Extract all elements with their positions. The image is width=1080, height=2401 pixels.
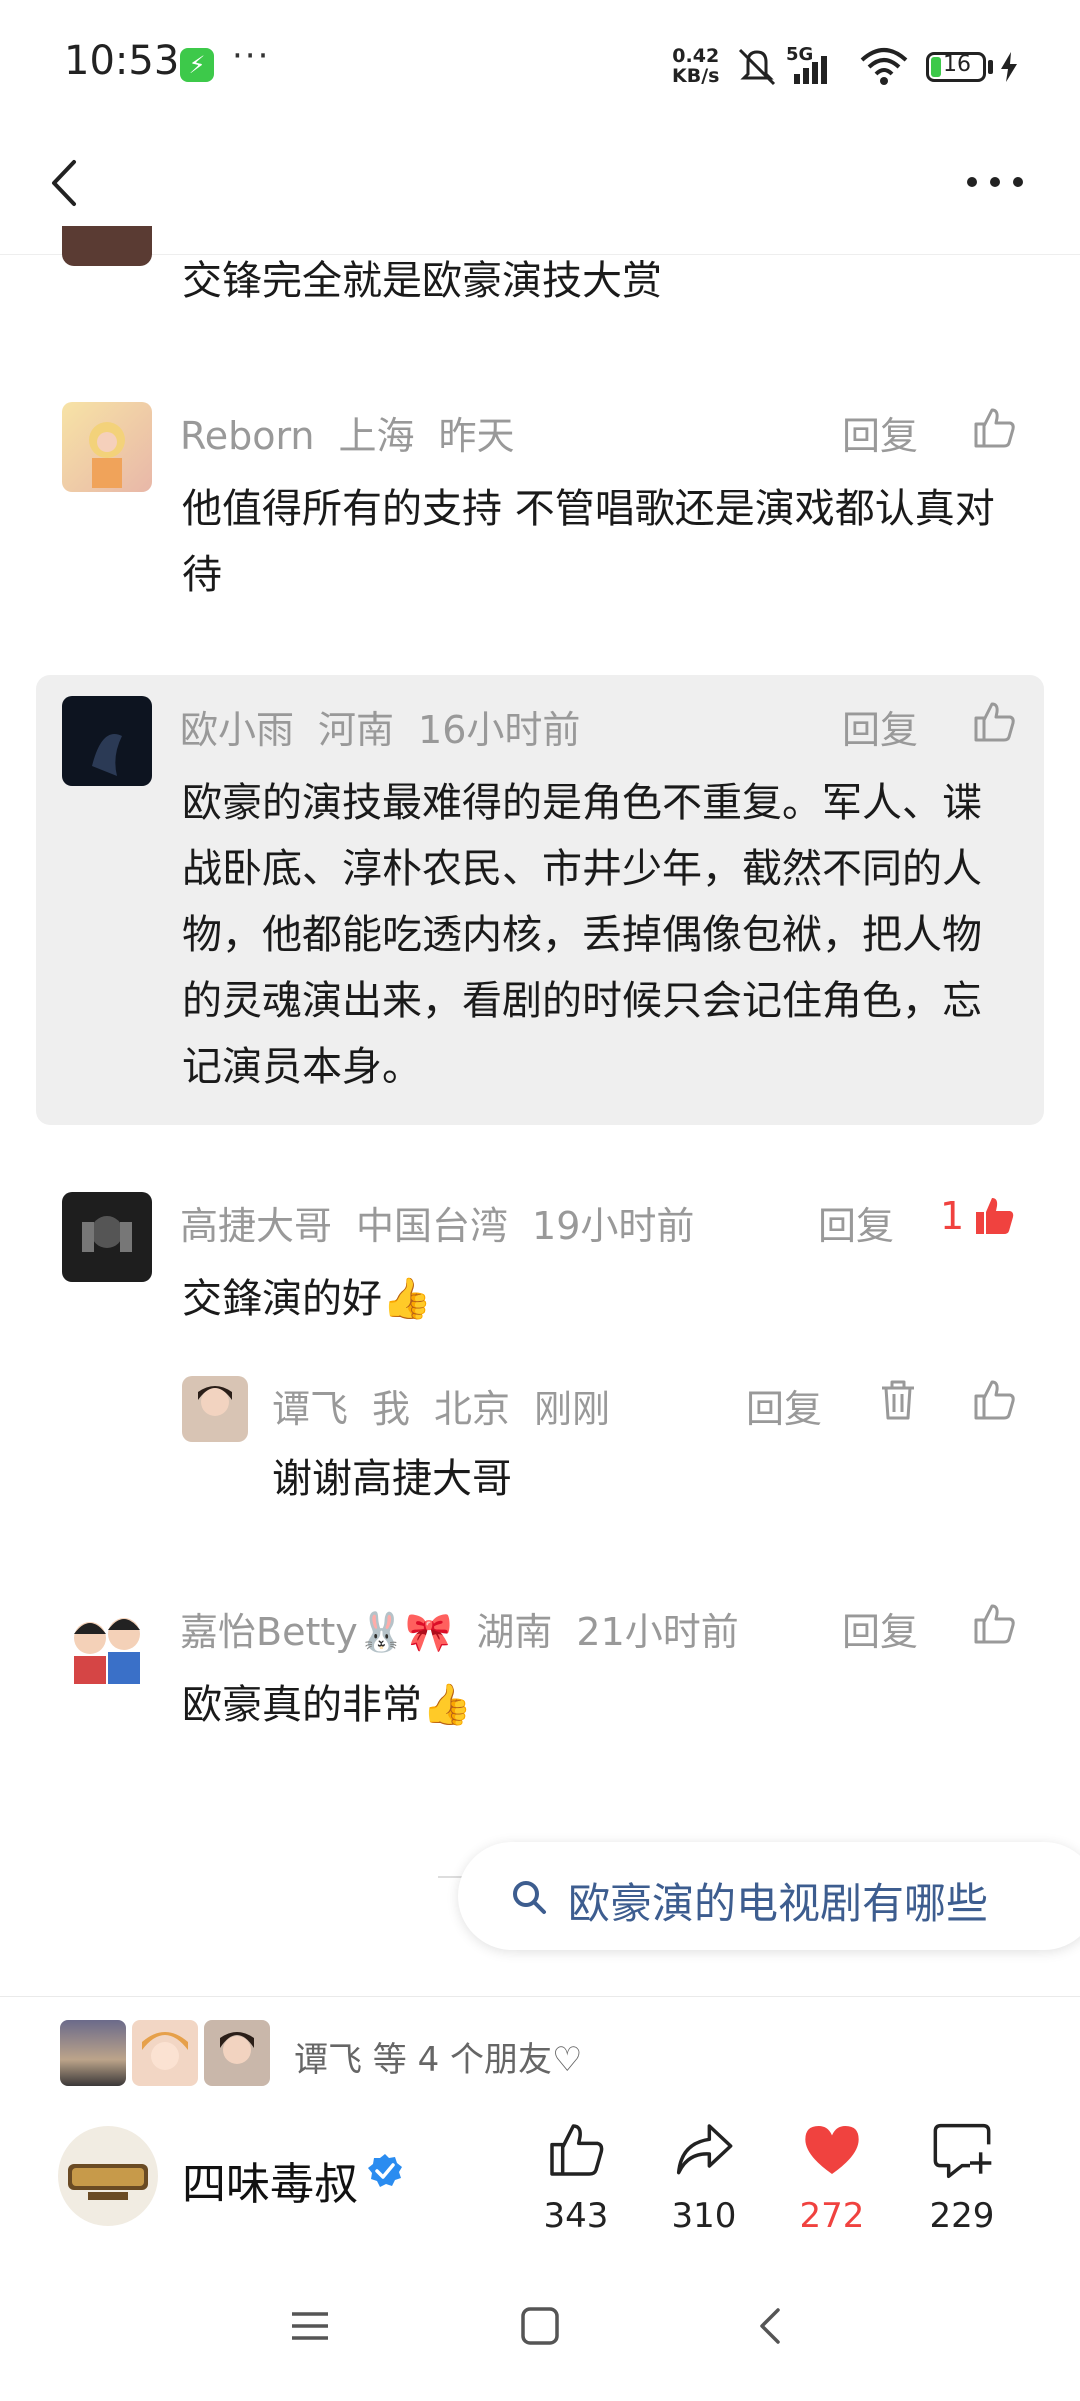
friend-avatar[interactable] xyxy=(204,2020,270,2086)
avatar[interactable] xyxy=(62,696,152,786)
comment-user[interactable]: 欧小雨 xyxy=(180,708,294,752)
delete-icon[interactable] xyxy=(874,1376,922,1424)
avatar[interactable] xyxy=(62,1598,152,1688)
wifi-icon xyxy=(860,48,908,85)
like-icon[interactable] xyxy=(970,404,1018,452)
comment-meta: 高捷大哥 中国台湾 19小时前 xyxy=(180,1195,718,1250)
comment-meta: 嘉怡Betty🐰🎀 湖南 21小时前 xyxy=(180,1601,763,1656)
battery-tip xyxy=(988,60,993,74)
comment-text: 交鋒演的好👍 xyxy=(182,1276,432,1322)
home-icon[interactable] xyxy=(518,2304,562,2348)
comment-location: 中国台湾 xyxy=(356,1204,509,1248)
like-icon[interactable] xyxy=(970,1600,1018,1648)
reply-time: 刚刚 xyxy=(534,1387,611,1431)
comment-text: 交锋完全就是欧豪演技大赏 xyxy=(182,258,662,304)
top-nav-bar xyxy=(0,130,1080,255)
reply-meta: 谭飞我北京 刚刚 xyxy=(272,1378,634,1433)
share-count: 310 xyxy=(671,2196,737,2236)
like-count: 343 xyxy=(543,2196,609,2236)
comment-user[interactable]: 高捷大哥 xyxy=(180,1204,332,1248)
avatar[interactable] xyxy=(182,1376,248,1442)
comment-meta: 欧小雨 河南 16小时前 xyxy=(180,699,604,754)
friend-avatar[interactable] xyxy=(60,2020,126,2086)
charging-app-icon: ⚡ xyxy=(180,48,214,82)
liked-icon[interactable] xyxy=(970,1192,1018,1240)
more-notifications-icon: ··· xyxy=(232,36,271,76)
comment-time: 19小时前 xyxy=(532,1204,695,1248)
reply-button[interactable]: 回复 xyxy=(842,405,918,460)
comment-time: 昨天 xyxy=(438,414,515,458)
reply-user[interactable]: 谭飞 xyxy=(272,1387,348,1431)
net-speed: 0.42 KB/s xyxy=(672,46,719,86)
comment-location: 上海 xyxy=(338,414,415,458)
avatar[interactable] xyxy=(62,1192,152,1282)
share-icon[interactable] xyxy=(672,2118,736,2182)
comment-time: 21小时前 xyxy=(576,1610,739,1654)
comment-count: 229 xyxy=(929,2196,995,2236)
comment-time: 16小时前 xyxy=(418,708,581,752)
avatar[interactable] xyxy=(62,402,152,492)
more-options-icon[interactable] xyxy=(960,160,1030,204)
heart-count: 272 xyxy=(799,2196,865,2236)
verified-badge-icon xyxy=(368,2154,402,2187)
reply-button[interactable]: 回复 xyxy=(818,1195,894,1250)
comment-icon[interactable] xyxy=(930,2120,994,2182)
comment-location: 湖南 xyxy=(476,1610,553,1654)
comment-text: 他值得所有的支持 不管唱歌还是演戏都认真对待 xyxy=(182,486,995,598)
friends-liked-text[interactable]: 谭飞 等 4 个朋友♡ xyxy=(294,2032,583,2081)
reply-location: 北京 xyxy=(434,1387,511,1431)
menu-icon[interactable] xyxy=(288,2304,332,2348)
reply-button[interactable]: 回复 xyxy=(842,699,918,754)
reply-button[interactable]: 回复 xyxy=(746,1378,822,1433)
comment-user[interactable]: 嘉怡Betty🐰🎀 xyxy=(180,1610,452,1654)
search-suggestion-text[interactable]: 欧豪演的电视剧有哪些 xyxy=(568,1870,988,1931)
battery-level: 16 xyxy=(943,52,971,77)
nav-back-icon[interactable] xyxy=(750,2304,794,2348)
friend-avatar[interactable] xyxy=(132,2020,198,2086)
author-avatar[interactable] xyxy=(58,2126,158,2226)
net-speed-unit: KB/s xyxy=(672,65,720,87)
heart-icon[interactable] xyxy=(800,2118,864,2182)
comment-meta: Reborn 上海 昨天 xyxy=(180,405,539,460)
mute-icon xyxy=(738,48,776,86)
comment-text: 欧豪的演技最难得的是角色不重复。军人、谍战卧底、淳朴农民、市井少年，截然不同的人… xyxy=(182,780,982,1090)
reply-text: 谢谢高捷大哥 xyxy=(272,1456,512,1502)
author-name[interactable]: 四味毒叔 xyxy=(182,2148,358,2212)
back-arrow-icon[interactable] xyxy=(36,148,96,218)
charging-icon xyxy=(1001,52,1017,82)
like-post-icon[interactable] xyxy=(544,2118,608,2182)
net-speed-value: 0.42 xyxy=(672,45,720,67)
signal-icon xyxy=(794,56,827,84)
comment-location: 河南 xyxy=(318,708,395,752)
like-icon[interactable] xyxy=(970,698,1018,746)
like-icon[interactable] xyxy=(970,1376,1018,1424)
status-time: 10:53 xyxy=(64,38,180,84)
avatar[interactable] xyxy=(62,226,152,266)
reply-self-tag: 我 xyxy=(372,1387,411,1431)
reply-button[interactable]: 回复 xyxy=(842,1601,918,1656)
comment-text: 欧豪真的非常👍 xyxy=(182,1682,472,1728)
comment-user[interactable]: Reborn xyxy=(180,414,314,458)
like-count: 1 xyxy=(940,1194,965,1238)
search-icon xyxy=(513,1881,546,1914)
battery-icon: 16 xyxy=(926,52,986,82)
